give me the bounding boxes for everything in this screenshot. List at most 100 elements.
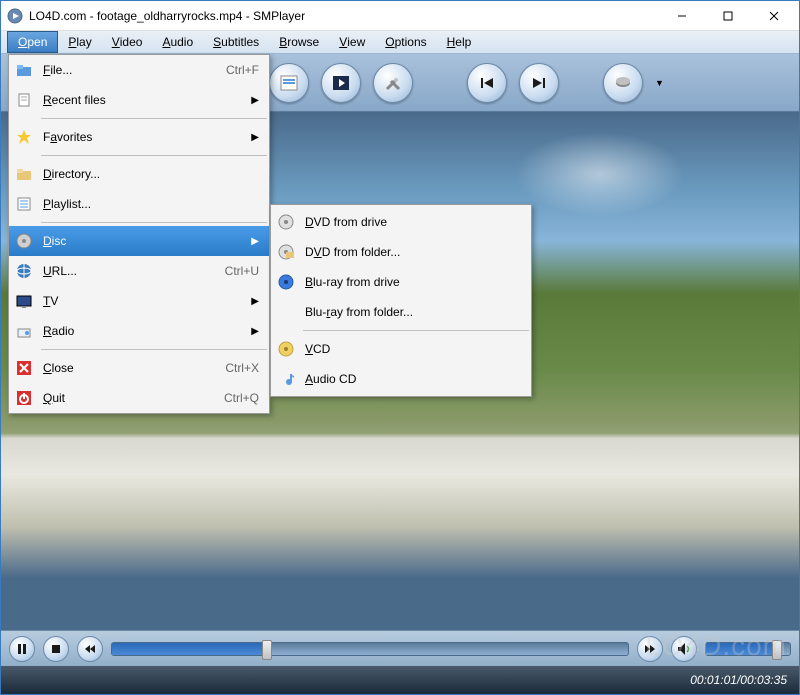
menu-separator <box>41 349 267 350</box>
maximize-button[interactable] <box>705 2 751 30</box>
menu-view[interactable]: View <box>329 31 375 53</box>
menu-item-label: URL... <box>39 264 225 278</box>
menubar: OpenPlayVideoAudioSubtitlesBrowseViewOpt… <box>1 31 799 54</box>
submenu-arrow-icon: ▶ <box>251 236 259 247</box>
menu-item-label: Radio <box>39 324 251 338</box>
menu-options[interactable]: Options <box>375 31 436 53</box>
bluray-icon <box>271 274 301 290</box>
submenu-arrow-icon: ▶ <box>251 95 259 106</box>
close-icon <box>9 360 39 376</box>
open-menu-recent-files[interactable]: Recent files▶ <box>9 85 269 115</box>
pause-button[interactable] <box>9 636 35 662</box>
app-window: LO4D.com - footage_oldharryrocks.mp4 - S… <box>0 0 800 695</box>
menu-item-label: Disc <box>39 234 251 248</box>
audio-button[interactable] <box>603 63 643 103</box>
open-menu-quit[interactable]: QuitCtrl+Q <box>9 383 269 413</box>
folder2-icon <box>9 166 39 182</box>
disc-menu-dvd-from-drive[interactable]: DVD from drive <box>271 207 531 237</box>
radio-icon <box>9 323 39 339</box>
rewind-button[interactable] <box>77 636 103 662</box>
vcd-icon <box>271 341 301 357</box>
quit-icon <box>9 390 39 406</box>
menu-play[interactable]: Play <box>58 31 101 53</box>
disc-menu-audio-cd[interactable]: Audio CD <box>271 364 531 394</box>
window-title: LO4D.com - footage_oldharryrocks.mp4 - S… <box>29 9 659 23</box>
menu-item-label: Blu-ray from folder... <box>301 305 521 319</box>
star-icon <box>9 129 39 145</box>
open-menu-tv[interactable]: TV▶ <box>9 286 269 316</box>
statusbar: 00:01:01 / 00:03:35 <box>1 666 799 694</box>
menu-item-label: Directory... <box>39 167 259 181</box>
titlebar: LO4D.com - footage_oldharryrocks.mp4 - S… <box>1 1 799 31</box>
menu-shortcut: Ctrl+Q <box>224 391 259 405</box>
menu-separator <box>41 222 267 223</box>
menu-audio[interactable]: Audio <box>152 31 203 53</box>
open-menu-close[interactable]: CloseCtrl+X <box>9 353 269 383</box>
menu-item-label: File... <box>39 63 226 77</box>
next-track-button[interactable] <box>519 63 559 103</box>
app-icon <box>7 8 23 24</box>
playlist-icon <box>9 196 39 212</box>
submenu-arrow-icon: ▶ <box>251 132 259 143</box>
menu-shortcut: Ctrl+X <box>225 361 259 375</box>
window-controls <box>659 2 797 30</box>
open-menu-dropdown: File...Ctrl+FRecent files▶Favorites▶Dire… <box>8 54 270 414</box>
open-menu-url[interactable]: URL...Ctrl+U <box>9 256 269 286</box>
disc-menu-dvd-from-folder[interactable]: DVD from folder... <box>271 237 531 267</box>
menu-item-label: VCD <box>301 342 521 356</box>
menu-item-label: TV <box>39 294 251 308</box>
tv-icon <box>9 293 39 309</box>
menu-separator <box>41 118 267 119</box>
folder-icon <box>9 62 39 78</box>
time-total: 00:03:35 <box>740 673 787 687</box>
menu-item-label: Close <box>39 361 225 375</box>
playlist-button[interactable] <box>321 63 361 103</box>
screenshot-button[interactable] <box>269 63 309 103</box>
menu-item-label: DVD from drive <box>301 215 521 229</box>
menu-separator <box>303 330 529 331</box>
menu-shortcut: Ctrl+U <box>225 264 259 278</box>
watermark: LO4D.com <box>645 630 787 662</box>
disc-submenu: DVD from drive DVD from folder... Blu-ray … <box>270 204 532 397</box>
menu-open[interactable]: Open <box>7 31 58 53</box>
open-menu-favorites[interactable]: Favorites▶ <box>9 122 269 152</box>
menu-subtitles[interactable]: Subtitles <box>203 31 269 53</box>
seek-thumb[interactable] <box>262 640 272 660</box>
menu-shortcut: Ctrl+F <box>226 63 259 77</box>
disc-icon <box>9 233 39 249</box>
menu-item-label: Quit <box>39 391 224 405</box>
open-menu-directory[interactable]: Directory... <box>9 159 269 189</box>
time-current: 00:01:01 <box>690 673 737 687</box>
disc-menu-blu-ray-from-drive[interactable]: Blu-ray from drive <box>271 267 531 297</box>
url-icon <box>9 263 39 279</box>
open-menu-radio[interactable]: Radio▶ <box>9 316 269 346</box>
minimize-button[interactable] <box>659 2 705 30</box>
dvd-icon <box>271 214 301 230</box>
submenu-arrow-icon: ▶ <box>251 326 259 337</box>
stop-button[interactable] <box>43 636 69 662</box>
acd-icon <box>271 371 301 387</box>
menu-item-label: Blu-ray from drive <box>301 275 521 289</box>
menu-separator <box>41 155 267 156</box>
prev-track-button[interactable] <box>467 63 507 103</box>
close-button[interactable] <box>751 2 797 30</box>
open-menu-playlist[interactable]: Playlist... <box>9 189 269 219</box>
dropdown-arrow-icon[interactable]: ▼ <box>655 78 664 88</box>
menu-item-label: DVD from folder... <box>301 245 521 259</box>
submenu-arrow-icon: ▶ <box>251 296 259 307</box>
menu-item-label: Playlist... <box>39 197 259 211</box>
seek-bar[interactable] <box>111 642 629 656</box>
menu-item-label: Recent files <box>39 93 251 107</box>
menu-help[interactable]: Help <box>437 31 482 53</box>
seek-fill <box>112 643 267 655</box>
disc-menu-vcd[interactable]: VCD <box>271 334 531 364</box>
menu-item-label: Audio CD <box>301 372 521 386</box>
menu-browse[interactable]: Browse <box>269 31 329 53</box>
preferences-button[interactable] <box>373 63 413 103</box>
open-menu-file[interactable]: File...Ctrl+F <box>9 55 269 85</box>
disc-menu-blu-ray-from-folder[interactable]: Blu-ray from folder... <box>271 297 531 327</box>
open-menu-disc[interactable]: Disc▶ <box>9 226 269 256</box>
dvdf-icon <box>271 244 301 260</box>
menu-item-label: Favorites <box>39 130 251 144</box>
menu-video[interactable]: Video <box>102 31 153 53</box>
